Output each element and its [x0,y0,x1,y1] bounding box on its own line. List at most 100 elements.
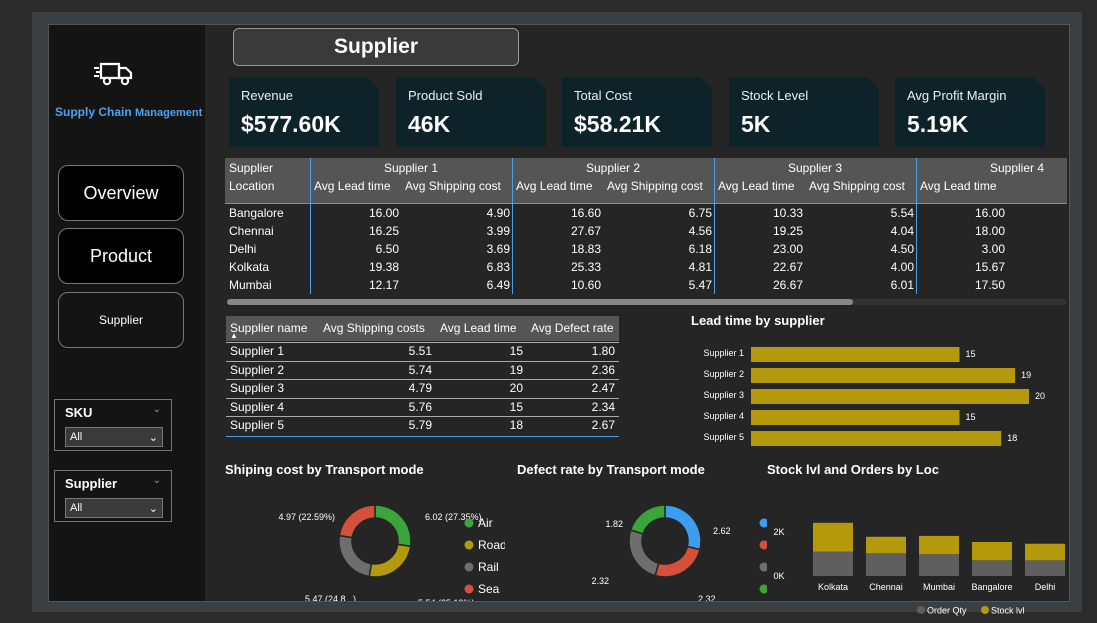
delivery-truck-icon [94,62,133,86]
brand-title: Supply Chain Management [55,105,203,119]
bar-data-label: 20 [1035,391,1045,401]
donut-slice [374,504,412,548]
donut-slice [368,543,412,578]
stacked-bar-segment [972,541,1012,561]
defect-rate-donut-chart: 2.622.322.321.82RoadRailSeaAir [591,504,767,601]
table-column-header[interactable]: Avg Defect rate [531,321,614,335]
supplier-select[interactable]: All ⌄ [65,498,163,518]
stacked-bar-segment [919,554,959,576]
kpi-card-stock-level: Stock Level 5K [729,77,879,147]
x-tick-label: Kolkata [818,582,848,592]
matrix-value-cell: 18.83 [570,242,601,256]
matrix-location-cell: Kolkata [229,260,270,274]
bar-data-label: 18 [1007,433,1017,443]
x-tick-label: Chennai [869,582,903,592]
table-row-divider [226,342,619,343]
donut-data-label: 4.97 (22.59%) [278,512,335,522]
matrix-value-cell: 17.50 [974,278,1005,292]
nav-supplier-button[interactable]: Supplier [58,292,184,348]
donut-slice [628,529,660,577]
matrix-value-cell: 6.49 [486,278,510,292]
table-row-supplier-name: Supplier 5 [230,418,285,432]
x-tick-label: Delhi [1035,582,1056,592]
matrix-location-cell: Bangalore [229,206,284,220]
table-cell: 4.79 [408,381,432,395]
matrix-measure-header: Avg Shipping cost [607,179,703,193]
lead-time-bar-chart: Supplier 1 15 Supplier 2 19 Supplier 3 20 Supp… [703,347,1045,446]
matrix-value-cell: 6.50 [375,242,399,256]
shipping-cost-donut-chart: 6.02 (27.35%) 5.54 (25.19%) 5.47 (24.8...)… [278,504,505,601]
bar-data-label: 15 [966,349,976,359]
matrix-value-cell: 3.00 [981,242,1005,256]
bar-data-label: 19 [1021,370,1031,380]
matrix-measure-header: Avg Shipping cost [809,179,905,193]
donut-slice [338,534,373,578]
sku-select[interactable]: All ⌄ [65,427,163,447]
matrix-value-cell: 27.67 [570,224,601,238]
matrix-measure-header: Avg Shipping cost [405,179,501,193]
scrollbar-thumb[interactable] [227,299,853,305]
donut-slice [629,504,666,535]
y-tick-label: 2K [773,527,784,537]
chevron-down-icon: ⌄ [148,503,158,515]
nav-overview-button[interactable]: Overview [58,165,184,221]
legend-label: Order Qty [927,606,967,616]
table-column-header[interactable]: Avg Lead time [440,321,517,335]
nav-product-button[interactable]: Product [58,228,184,284]
table-column-header[interactable]: Avg Shipping costs [323,321,425,335]
sort-ascending-icon[interactable]: ▲ [230,331,238,340]
matrix-value-cell: 23.00 [772,242,803,256]
legend-label: Stock lvl [991,606,1025,616]
kpi-card-avg-profit-margin: Avg Profit Margin 5.19K [895,77,1045,147]
stacked-bar-segment [972,560,1012,576]
matrix-header-divider [225,203,1067,204]
table-column-header[interactable]: Supplier name [230,321,307,335]
matrix-value-cell: 26.67 [772,278,803,292]
lead-time-chart-title: Lead time by supplier [691,313,825,328]
bar-category-label: Supplier 5 [703,432,744,442]
kpi-card-total-cost: Total Cost $58.21K [562,77,712,147]
table-cell: 2.36 [591,362,615,377]
supplier-location-matrix[interactable]: Supplier Location Supplier 1 Avg Lead time A… [225,158,1067,294]
donut-slice [338,504,376,539]
table-row-divider [226,397,619,399]
table-row-divider [226,379,619,380]
matrix-value-cell: 3.99 [486,224,510,238]
matrix-supplier-header: Supplier 4 [989,161,1045,175]
donut-data-label: 2.62 [713,526,731,536]
legend-marker [464,518,474,528]
legend-marker [464,562,474,572]
matrix-value-cell: 4.81 [688,260,712,274]
table-cell: 15 [509,344,523,358]
matrix-value-cell: 6.01 [890,278,914,292]
table-row-supplier-name: Supplier 1 [230,344,285,358]
table-cell: 5.51 [408,344,432,358]
donut-data-label: 2.32 [591,576,609,586]
bar-category-label: Supplier 4 [703,411,744,421]
chevron-down-icon[interactable]: ⌄ [153,404,161,415]
table-row-divider [226,360,619,362]
x-tick-label: Bangalore [971,582,1012,592]
matrix-supplier-header: Supplier 1 [383,161,439,175]
matrix-location-cell: Delhi [229,242,257,256]
table-bottom-border [226,435,619,437]
bar [751,431,1002,446]
sku-slicer-title: SKU [65,405,93,420]
bar [751,368,1016,383]
matrix-value-cell: 15.67 [974,260,1005,274]
matrix-value-cell: 5.47 [688,278,712,292]
matrix-value-cell: 6.75 [688,206,712,220]
matrix-measure-header: Avg Lead time [314,179,391,193]
table-row-supplier-name: Supplier 3 [230,381,285,395]
shipping-cost-chart-title: Shiping cost by Transport mode [225,462,424,477]
legend-marker [917,606,925,614]
matrix-horizontal-scrollbar[interactable] [227,299,1067,305]
stacked-bar-segment [866,536,906,554]
matrix-measure-header: Avg Lead time [718,179,795,193]
matrix-value-cell: 4.00 [890,260,914,274]
matrix-value-cell: 19.38 [368,260,399,274]
chevron-down-icon[interactable]: ⌄ [153,475,161,486]
supplier-slicer-title: Supplier [65,476,118,491]
matrix-value-cell: 10.33 [772,206,803,220]
table-row-divider [226,416,619,417]
